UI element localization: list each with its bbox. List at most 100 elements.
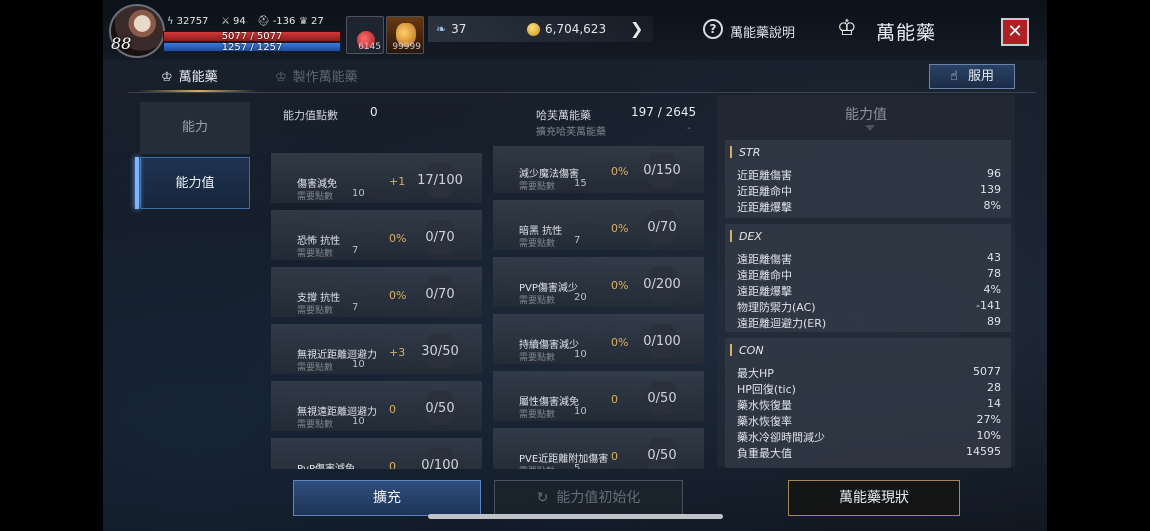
list-item[interactable]: PvP傷害減免需要點數1000/100 bbox=[271, 438, 482, 469]
harpi-sub-value: - bbox=[687, 123, 691, 134]
home-indicator[interactable] bbox=[428, 514, 723, 519]
required-points-value: 20 bbox=[574, 292, 587, 303]
required-points-label: 需要點數 bbox=[297, 192, 334, 202]
stat-value: 96 bbox=[987, 167, 1001, 180]
stat-group-title: CON bbox=[739, 344, 764, 357]
stat-value: 28 bbox=[987, 381, 1001, 394]
list-item[interactable]: 暗黑 抗性 需要點數 7 0% 0/70 bbox=[493, 200, 704, 250]
list-item[interactable]: PVP傷害減少 需要點數 20 0% 0/200 bbox=[493, 257, 704, 307]
list-item[interactable]: 屬性傷害減免 需要點數 10 0 0/50 bbox=[493, 371, 704, 421]
quick-slot-red-potion[interactable]: 6145 bbox=[346, 16, 384, 54]
stat-value: 4% bbox=[983, 283, 1001, 296]
tab-craft-elixir[interactable]: ♔ 製作萬能藥 bbox=[275, 66, 358, 85]
elixir-title-icon: ♔ bbox=[837, 16, 857, 41]
stat-list-right[interactable]: 減少魔法傷害 需要點數 15 0% 0/150 暗黑 抗性 需要點數 7 0% 0/70 PVP傷害… bbox=[493, 146, 707, 469]
sidebar-item-stats[interactable]: 能力值 bbox=[140, 157, 250, 209]
stat-row: 負重最大值 14595 bbox=[737, 445, 1001, 461]
points-label: 能力值點數 bbox=[283, 109, 338, 122]
stat-row: 遠距離命中 78 bbox=[737, 267, 1001, 283]
group-accent-bar bbox=[730, 146, 732, 158]
stat-label: 近距離命中 bbox=[737, 185, 792, 198]
stat-row: 藥水冷卻時間減少 10% bbox=[737, 429, 1001, 445]
item-progress: 0/100 bbox=[643, 334, 681, 349]
required-points-value: 7 bbox=[574, 235, 581, 246]
stat-group-title: DEX bbox=[739, 230, 762, 243]
item-name: 無視遠距離迴避力 bbox=[297, 407, 377, 418]
required-points-label: 需要點數 bbox=[297, 420, 334, 430]
stat-value: 14595 bbox=[966, 445, 1001, 458]
help-link[interactable]: 萬能藥說明 bbox=[730, 22, 795, 41]
gold-count: 6,704,623 bbox=[545, 22, 607, 36]
stat-value: 14 bbox=[987, 397, 1001, 410]
reset-label: 能力值初始化 bbox=[556, 490, 641, 506]
required-points-value: 10 bbox=[352, 359, 365, 370]
stat-value: 5077 bbox=[973, 365, 1001, 378]
mp-bar: 1257 / 1257 bbox=[163, 42, 341, 53]
stat-label: 物理防禦力(AC) bbox=[737, 301, 816, 314]
item-name: 無視近距離迴避力 bbox=[297, 350, 377, 361]
item-name: 恐怖 抗性 bbox=[297, 236, 341, 247]
craft-tab-icon: ♔ bbox=[275, 70, 287, 85]
item-progress: 0/50 bbox=[647, 391, 677, 406]
item-progress: 0/50 bbox=[647, 448, 677, 463]
list-item[interactable]: 無視近距離迴避力 需要點數 10 +3 30/50 bbox=[271, 324, 482, 374]
stat-value: 78 bbox=[987, 267, 1001, 280]
hp-text: 5077 / 5077 bbox=[221, 31, 283, 42]
stat-label: 最大HP bbox=[737, 367, 774, 380]
stat-label: 遠距離傷害 bbox=[737, 253, 792, 266]
list-item[interactable]: 減少魔法傷害 需要點數 15 0% 0/150 bbox=[493, 146, 704, 193]
stat-list-left[interactable]: 傷害減免 需要點數 10 +1 17/100 恐怖 抗性 需要點數 7 0% 0/70 支撐 抗性需… bbox=[271, 146, 483, 469]
stat-group-title: STR bbox=[739, 146, 761, 159]
stat-row: 近距離傷害 96 bbox=[737, 167, 1001, 183]
list-item[interactable]: 支撐 抗性 需要點數 7 0% 0/70 bbox=[271, 267, 482, 317]
quick-slot-gold-item[interactable]: 99999 bbox=[386, 16, 424, 54]
slot-count: 6145 bbox=[358, 42, 381, 52]
stat-row: 近距離爆擊 8% bbox=[737, 199, 1001, 215]
required-points-label: 需要點數 bbox=[519, 353, 556, 363]
stat-value: 27% bbox=[976, 413, 1001, 426]
required-points-label: 需要點數 bbox=[297, 249, 334, 259]
chevron-right-icon[interactable]: ❯ bbox=[630, 19, 643, 38]
reset-stats-button[interactable]: ↻ 能力值初始化 bbox=[494, 480, 683, 516]
feather-currency: ❧ 37 bbox=[436, 22, 466, 36]
tab-elixir[interactable]: ♔ 萬能藥 bbox=[161, 66, 218, 85]
bonus-value: 0% bbox=[611, 279, 629, 292]
stat-d-value: 27 bbox=[310, 16, 324, 27]
bonus-value: 0% bbox=[611, 222, 629, 235]
stat-row: 近距離命中 139 bbox=[737, 183, 1001, 199]
expand-button[interactable]: 擴充 bbox=[293, 480, 481, 516]
list-item[interactable]: PVE近距離附加傷害需要點數 5 0 0/50 bbox=[493, 428, 704, 469]
item-progress: 0/150 bbox=[643, 163, 681, 178]
bonus-value: 0% bbox=[611, 336, 629, 349]
elixir-status-button[interactable]: 萬能藥現狀 bbox=[788, 480, 960, 516]
stat-row: 最大HP 5077 bbox=[737, 365, 1001, 381]
use-button[interactable]: ☝ 服用 bbox=[929, 64, 1015, 89]
stat-label: 負重最大值 bbox=[737, 447, 792, 460]
required-points-label: 需要點數 bbox=[297, 306, 334, 316]
required-points-value: 5 bbox=[574, 463, 581, 469]
bonus-value: 0 bbox=[611, 393, 618, 406]
item-name: 持續傷害減少 bbox=[519, 340, 579, 351]
stat-b: ⚔ 94 bbox=[221, 16, 246, 28]
hp-bar: 5077 / 5077 bbox=[163, 31, 341, 42]
stat-c: ⛑ -136 bbox=[257, 16, 295, 28]
screen-background: 88 ϟ 32757 ⚔ 94 ⛑ -136 ♛ 27 5077 / 5077 1257… bbox=[0, 0, 1150, 531]
list-item[interactable]: 傷害減免 需要點數 10 +1 17/100 bbox=[271, 153, 482, 203]
list-item[interactable]: 持續傷害減少 需要點數 10 0% 0/100 bbox=[493, 314, 704, 364]
stat-value: -141 bbox=[976, 299, 1001, 312]
stat-group: STR 近距離傷害 96 近距離命中 139 近距離爆擊 8% bbox=[725, 140, 1011, 218]
elixir-tab-icon: ♔ bbox=[161, 70, 173, 85]
stat-label: 近距離爆擊 bbox=[737, 201, 792, 214]
stats-panel-title: 能力值 bbox=[845, 107, 887, 123]
item-name: 屬性傷害減免 bbox=[519, 397, 579, 408]
list-item[interactable]: 無視遠距離迴避力 需要點數 10 0 0/50 bbox=[271, 381, 482, 431]
trophy-icon: ♛ bbox=[299, 16, 308, 27]
sidebar-item-ability[interactable]: 能力 bbox=[140, 102, 250, 154]
help-icon[interactable]: ? bbox=[703, 19, 723, 39]
item-progress: 17/100 bbox=[417, 173, 463, 188]
stat-label: 藥水恢復率 bbox=[737, 415, 792, 428]
close-button[interactable]: ✕ bbox=[1001, 18, 1029, 46]
stat-label: 遠距離爆擊 bbox=[737, 285, 792, 298]
list-item[interactable]: 恐怖 抗性 需要點數 7 0% 0/70 bbox=[271, 210, 482, 260]
game-window: 88 ϟ 32757 ⚔ 94 ⛑ -136 ♛ 27 5077 / 5077 1257… bbox=[103, 0, 1047, 531]
